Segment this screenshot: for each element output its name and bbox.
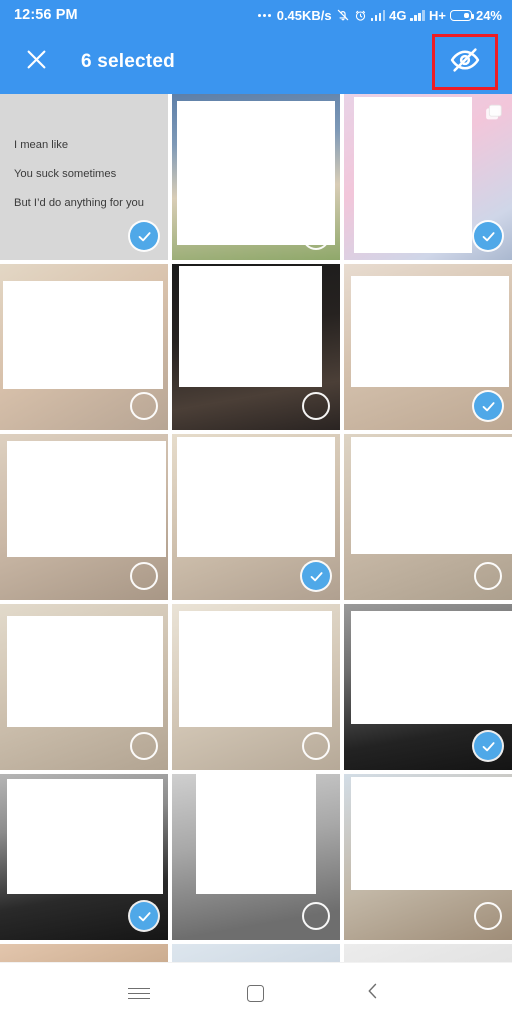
- gallery-item[interactable]: [344, 94, 512, 260]
- close-selection-button[interactable]: [16, 42, 56, 82]
- signal-bars-icon: [370, 9, 386, 21]
- data-type: H+: [428, 7, 446, 23]
- network-type: 4G: [389, 7, 407, 23]
- menu-icon: [127, 984, 150, 1002]
- redaction-overlay: [350, 437, 512, 554]
- redaction-overlay: [177, 437, 335, 557]
- gallery-item[interactable]: [172, 94, 340, 260]
- photo-thumbnail: [344, 944, 512, 962]
- photo-thumbnail: [172, 944, 340, 962]
- gallery-item[interactable]: [172, 434, 340, 600]
- unselected-circle-icon[interactable]: [302, 222, 330, 250]
- gallery-item[interactable]: [344, 944, 512, 962]
- redaction-overlay: [350, 777, 512, 891]
- redaction-overlay: [350, 610, 512, 724]
- selected-check-icon[interactable]: [474, 732, 502, 760]
- android-nav-bar: [0, 962, 512, 1024]
- gallery-item[interactable]: [172, 774, 340, 940]
- selected-check-icon[interactable]: [130, 902, 158, 930]
- battery-percent: 24%: [475, 7, 502, 23]
- selected-check-icon[interactable]: [474, 222, 502, 250]
- unselected-circle-icon[interactable]: [130, 392, 158, 420]
- gallery-item[interactable]: [172, 944, 340, 962]
- eye-hidden-icon: [449, 44, 481, 81]
- selected-check-icon[interactable]: [474, 392, 502, 420]
- gallery-item[interactable]: [344, 434, 512, 600]
- screen: 12:56 PM 0.45KB/s 4G H+ 24% 6 selected I…: [0, 0, 512, 1024]
- gallery-item[interactable]: [0, 264, 168, 430]
- home-button[interactable]: [232, 970, 280, 1018]
- selection-count-title: 6 selected: [81, 51, 175, 72]
- redaction-overlay: [178, 610, 332, 727]
- redaction-overlay: [3, 280, 163, 389]
- recents-button[interactable]: [115, 970, 163, 1018]
- note-line: I mean like: [14, 139, 69, 151]
- gallery-item[interactable]: [172, 264, 340, 430]
- alarm-clock-icon: [354, 9, 367, 22]
- unselected-circle-icon[interactable]: [302, 392, 330, 420]
- unselected-circle-icon[interactable]: [130, 562, 158, 590]
- gallery-item[interactable]: I mean like You suck sometimes But I’d do …: [0, 94, 168, 260]
- battery-icon: [449, 9, 475, 21]
- note-line: But I’d do anything for you: [14, 197, 144, 210]
- unselected-circle-icon[interactable]: [302, 902, 330, 930]
- photo-stack-icon: [482, 102, 504, 124]
- redaction-overlay: [178, 265, 322, 387]
- status-bar: 12:56 PM 0.45KB/s 4G H+ 24%: [0, 0, 512, 30]
- gallery-item[interactable]: [344, 264, 512, 430]
- redaction-overlay: [195, 774, 317, 894]
- gallery-item[interactable]: [0, 434, 168, 600]
- selected-check-icon[interactable]: [302, 562, 330, 590]
- redaction-overlay: [6, 440, 167, 557]
- gallery-item[interactable]: [344, 774, 512, 940]
- back-button[interactable]: [349, 970, 397, 1018]
- redaction-overlay: [354, 97, 472, 254]
- photo-grid[interactable]: I mean like You suck sometimes But I’d do …: [0, 94, 512, 962]
- gallery-item[interactable]: [172, 604, 340, 770]
- unselected-circle-icon[interactable]: [302, 732, 330, 760]
- status-indicators: 0.45KB/s 4G H+ 24%: [257, 7, 502, 23]
- gallery-item[interactable]: [0, 604, 168, 770]
- back-chevron-icon: [363, 981, 383, 1006]
- network-speed: 0.45KB/s: [276, 7, 332, 23]
- unselected-circle-icon[interactable]: [474, 562, 502, 590]
- status-time: 12:56 PM: [14, 7, 78, 23]
- redaction-overlay: [350, 275, 509, 387]
- close-icon: [23, 46, 50, 78]
- more-dots-icon: [257, 13, 271, 17]
- bell-muted-icon: [336, 8, 350, 22]
- selection-toolbar: 6 selected: [0, 30, 512, 94]
- photo-thumbnail: [0, 944, 168, 962]
- note-line: You suck sometimes: [14, 168, 117, 181]
- gallery-item[interactable]: [344, 604, 512, 770]
- unselected-circle-icon[interactable]: [130, 732, 158, 760]
- signal-bars-icon-2: [410, 9, 425, 21]
- redaction-overlay: [6, 778, 163, 894]
- home-square-icon: [247, 985, 265, 1002]
- selected-check-icon[interactable]: [130, 222, 158, 250]
- gallery-item[interactable]: [0, 774, 168, 940]
- redaction-overlay: [6, 615, 163, 727]
- unselected-circle-icon[interactable]: [474, 902, 502, 930]
- gallery-item[interactable]: [0, 944, 168, 962]
- hide-photos-button[interactable]: [432, 34, 498, 90]
